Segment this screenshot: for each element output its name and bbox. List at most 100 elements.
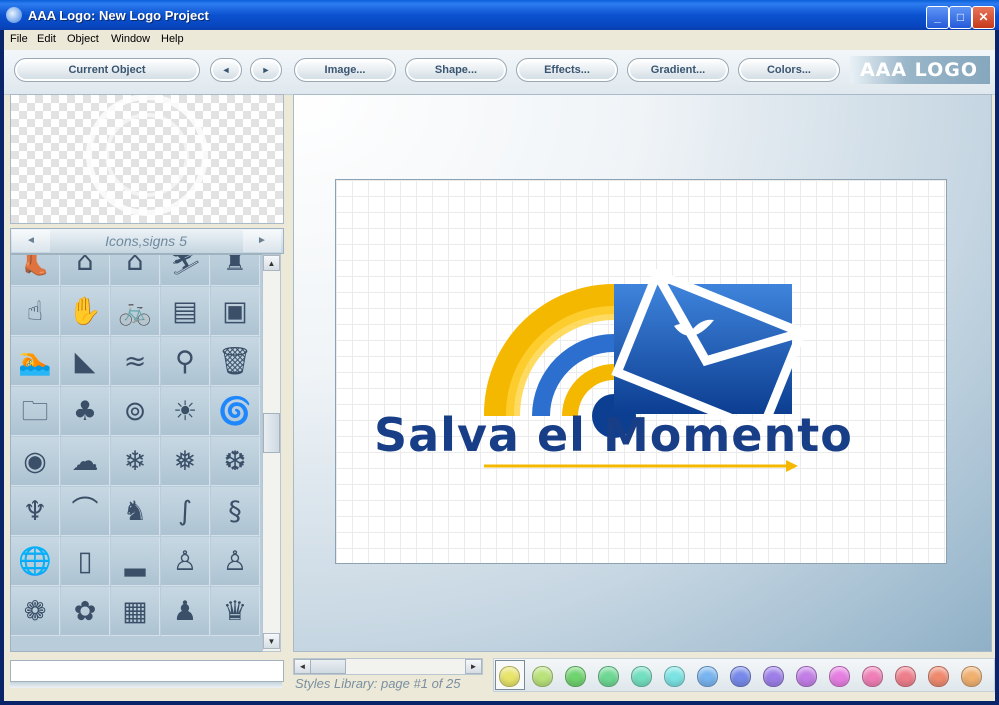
library-cell[interactable]: 🗑 (211, 337, 260, 386)
dvd-icon: ◉ (23, 446, 47, 477)
style-swatch[interactable] (763, 666, 784, 687)
shop-icon: ♜ (222, 254, 248, 277)
style-swatch[interactable] (862, 666, 883, 687)
scroll-down-button[interactable]: ▼ (263, 633, 280, 649)
menu-help[interactable]: Help (161, 33, 184, 45)
library-cell[interactable]: ☁ (61, 437, 110, 486)
logo-canvas[interactable]: Salva el Momento (335, 179, 947, 564)
logo-graphic[interactable] (336, 180, 946, 563)
sun-swirl-icon: ☀ (172, 396, 198, 427)
lizard-icon: ∫ (177, 496, 193, 527)
app-window: AAA Logo: New Logo Project _ □ ✕ File Ed… (0, 0, 999, 705)
library-cell[interactable]: ⌂ (61, 255, 110, 286)
map-icon: ◣ (74, 346, 96, 377)
logo-text[interactable]: Salva el Momento (374, 408, 853, 462)
styles-scroll-right[interactable]: ► (465, 659, 482, 674)
minimize-button[interactable]: _ (926, 6, 949, 29)
library-cell[interactable]: 🌐 (11, 537, 60, 586)
library-cell[interactable]: ♞ (111, 487, 160, 536)
style-swatch[interactable] (598, 666, 619, 687)
menu-file[interactable]: File (10, 33, 28, 45)
colors-button[interactable]: Colors... (738, 58, 840, 82)
library-cell[interactable]: 🏊 (11, 337, 60, 386)
library-cell[interactable]: ❅ (161, 437, 210, 486)
style-swatch[interactable] (961, 666, 982, 687)
library-cell[interactable]: 🌀 (211, 387, 260, 436)
library-cell[interactable]: ☝ (11, 287, 60, 336)
style-swatch[interactable] (631, 666, 652, 687)
style-swatch[interactable] (829, 666, 850, 687)
menu-edit[interactable]: Edit (37, 33, 56, 45)
image-button[interactable]: Image... (294, 58, 396, 82)
library-cell[interactable]: ❆ (211, 437, 260, 486)
style-swatch[interactable] (796, 666, 817, 687)
library-cell[interactable]: ✋ (61, 287, 110, 336)
library-cell[interactable]: ▂ (111, 537, 160, 586)
library-cell[interactable]: § (211, 487, 260, 536)
library-cell[interactable]: ▦ (111, 587, 160, 636)
library-cell[interactable]: ⛷ (161, 255, 210, 286)
scroll-thumb[interactable] (263, 413, 280, 453)
library-cell[interactable]: ♆ (11, 487, 60, 536)
hand-computer-icon: ☝ (26, 296, 44, 327)
library-cell[interactable]: ♣ (61, 387, 110, 436)
styles-scroll-left[interactable]: ◄ (294, 659, 311, 674)
brand-logo: AAA LOGO (850, 56, 990, 84)
library-cell[interactable]: ▯ (61, 537, 110, 586)
style-swatch[interactable] (565, 666, 586, 687)
close-button[interactable]: ✕ (972, 6, 995, 29)
library-cell[interactable]: ▣ (211, 287, 260, 336)
menu-window[interactable]: Window (111, 33, 150, 45)
maximize-button[interactable]: □ (949, 6, 972, 29)
library-cell[interactable]: ♛ (211, 587, 260, 636)
gradient-button[interactable]: Gradient... (627, 58, 729, 82)
library-cell[interactable]: ▤ (161, 287, 210, 336)
style-swatch[interactable] (730, 666, 751, 687)
library-cell[interactable]: ∫ (161, 487, 210, 536)
library-cell[interactable]: ⌒ (61, 487, 110, 536)
library-prev-button[interactable]: ◄ (12, 230, 50, 252)
title-bar[interactable]: AAA Logo: New Logo Project _ □ ✕ (0, 0, 999, 30)
style-swatch[interactable] (697, 666, 718, 687)
style-swatch[interactable] (532, 666, 553, 687)
effects-button[interactable]: Effects... (516, 58, 618, 82)
previous-object-button[interactable]: ◄ (210, 58, 242, 82)
library-cell[interactable]: ♙ (161, 537, 210, 586)
style-swatch[interactable] (928, 666, 949, 687)
library-cell[interactable]: ♟ (161, 587, 210, 636)
current-object-button[interactable]: Current Object (14, 58, 200, 82)
library-cell[interactable]: ❄ (111, 437, 160, 486)
desk-person-2-icon: ♙ (222, 546, 248, 577)
library-cell[interactable]: ❁ (11, 587, 60, 636)
library-scrollbar[interactable]: ▲ ▼ (262, 254, 281, 652)
style-swatch[interactable] (895, 666, 916, 687)
shape-button[interactable]: Shape... (405, 58, 507, 82)
library-cell[interactable]: 🗀 (11, 387, 60, 436)
library-cell[interactable]: ♜ (211, 254, 260, 286)
face-icon: ♛ (222, 596, 248, 627)
library-cell[interactable]: ◉ (11, 437, 60, 486)
shore-icon: ≈ (123, 346, 147, 377)
bat-icon: ⌒ (71, 496, 99, 527)
object-name-field[interactable] (10, 660, 284, 682)
library-cell[interactable]: ⌂ (111, 255, 160, 286)
style-swatch[interactable] (499, 666, 520, 687)
tree-icon: ♣ (72, 396, 98, 427)
globe-icon: 🌐 (18, 546, 52, 577)
menu-object[interactable]: Object (67, 33, 99, 45)
next-object-button[interactable]: ► (250, 58, 282, 82)
styles-scrollbar[interactable]: ◄ ► (293, 658, 483, 675)
style-swatch[interactable] (664, 666, 685, 687)
scroll-up-button[interactable]: ▲ (263, 255, 280, 271)
library-cell[interactable]: 👢 (11, 255, 60, 286)
library-cell[interactable]: ⚲ (161, 337, 210, 386)
library-cell[interactable]: ♙ (211, 537, 260, 586)
styles-scroll-thumb[interactable] (310, 659, 346, 674)
library-cell[interactable]: ⊚ (111, 387, 160, 436)
library-cell[interactable]: 🚲 (111, 287, 160, 336)
library-next-button[interactable]: ► (243, 230, 281, 252)
library-cell[interactable]: ✿ (61, 587, 110, 636)
library-cell[interactable]: ≈ (111, 337, 160, 386)
library-cell[interactable]: ☀ (161, 387, 210, 436)
library-cell[interactable]: ◣ (61, 337, 110, 386)
